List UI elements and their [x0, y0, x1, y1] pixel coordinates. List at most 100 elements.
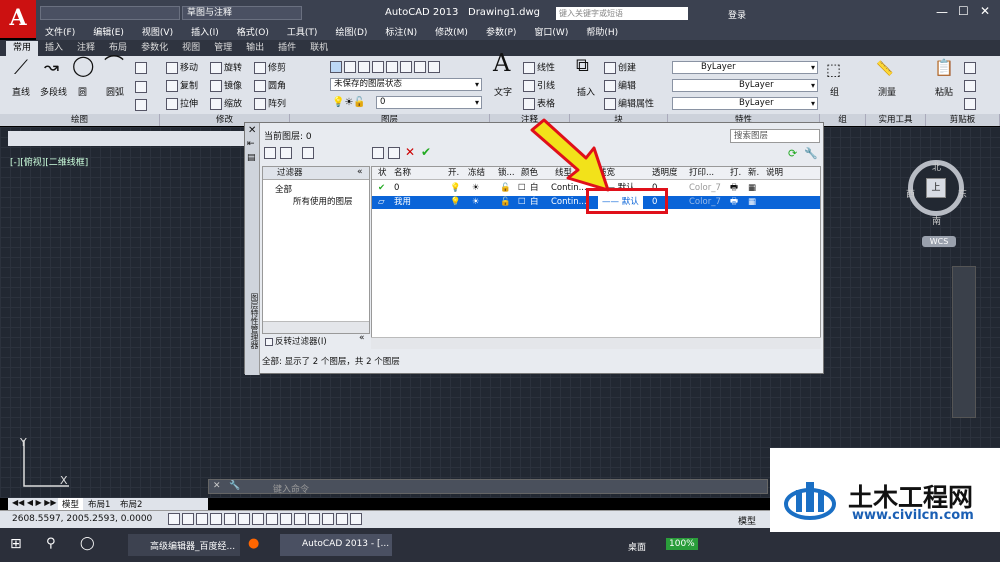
col-transparency[interactable]: 透明度	[652, 167, 678, 180]
draw-arc-label[interactable]: 圆弧	[106, 88, 124, 99]
tab-view[interactable]: 视图	[175, 41, 207, 56]
insert-block-icon[interactable]: ⧉	[576, 57, 589, 75]
layer-color-swatch[interactable]: ☐	[518, 196, 526, 209]
group-filter-icon[interactable]	[280, 147, 294, 159]
tree-item-used[interactable]: 所有使用的图层	[293, 195, 369, 207]
plot-icon[interactable]: 🖶	[730, 196, 738, 209]
delete-layer-icon[interactable]: ✕	[405, 145, 415, 159]
layer-tools-row[interactable]	[330, 61, 442, 74]
collapse-filter-icon[interactable]: «	[357, 167, 363, 177]
col-status[interactable]: 状	[378, 167, 387, 180]
group-label[interactable]: 组	[830, 88, 839, 99]
draw-polyline-label[interactable]: 多段线	[40, 88, 67, 99]
menu-edit[interactable]: 编辑(E)	[84, 26, 133, 40]
color-select[interactable]: ByLayer	[672, 61, 818, 74]
paste-label[interactable]: 粘贴	[935, 88, 953, 99]
palette-close-icon[interactable]: ✕	[248, 125, 256, 136]
hatch-icon[interactable]	[135, 81, 149, 94]
minimize-icon[interactable]: —	[936, 5, 948, 19]
floating-toolbar[interactable]	[8, 131, 248, 146]
collapse-list-icon[interactable]: «	[359, 333, 365, 343]
tab-layout1[interactable]: 布局1	[88, 498, 110, 510]
trim-button[interactable]: 修剪	[254, 62, 286, 75]
new-filter-icon[interactable]	[264, 147, 278, 159]
tab-plugins[interactable]: 插件	[271, 41, 303, 56]
menu-parameter[interactable]: 参数(P)	[477, 26, 525, 40]
refresh-icon[interactable]: ⟳	[788, 147, 797, 160]
col-description[interactable]: 说明	[766, 167, 783, 180]
taskbar-item-autocad[interactable]: AutoCAD 2013 - [...	[280, 534, 392, 556]
layer-state-select[interactable]: 未保存的图层状态	[330, 78, 482, 91]
tab-insert[interactable]: 插入	[38, 41, 70, 56]
col-lock[interactable]: 锁...	[498, 167, 515, 180]
polyline-icon[interactable]: ↝	[44, 59, 59, 77]
rectangle-icon[interactable]	[135, 62, 149, 75]
tab-parametric[interactable]: 参数化	[134, 41, 175, 56]
draw-circle-label[interactable]: 圆	[78, 88, 87, 99]
menu-format[interactable]: 格式(O)	[228, 26, 278, 40]
text-label[interactable]: 文字	[494, 88, 512, 99]
match-prop-icon[interactable]	[964, 98, 978, 111]
layer-state-icon[interactable]	[302, 147, 316, 159]
layer-unlock-icon[interactable]: 🔓	[500, 182, 511, 195]
menu-dimension[interactable]: 标注(N)	[376, 26, 426, 40]
vp-freeze-icon[interactable]: ▦	[748, 196, 756, 209]
new-layer-icon[interactable]	[372, 147, 386, 159]
login-link[interactable]: 登录	[728, 8, 746, 21]
vp-freeze-icon[interactable]: ▦	[748, 182, 756, 195]
draw-line-label[interactable]: 直线	[12, 88, 30, 99]
cmd-close-icon[interactable]: ✕	[213, 481, 221, 491]
layer-name[interactable]: 我用	[394, 196, 411, 209]
menu-tools[interactable]: 工具(T)	[278, 26, 327, 40]
navigation-bar[interactable]	[952, 266, 976, 418]
menu-help[interactable]: 帮助(H)	[577, 26, 627, 40]
col-freeze[interactable]: 冻结	[468, 167, 485, 180]
arc-icon[interactable]: ⌒	[104, 55, 124, 75]
menu-view[interactable]: 视图(V)	[133, 26, 182, 40]
layer-thaw-icon[interactable]: ☀	[472, 182, 480, 195]
col-plot-style[interactable]: 打印...	[689, 167, 714, 180]
taskbar-item-browser[interactable]: 高级编辑器_百度经...	[128, 534, 240, 556]
tab-online[interactable]: 联机	[303, 41, 335, 56]
coordinates[interactable]: 2608.5597, 2005.2593, 0.0000	[12, 514, 152, 524]
line-icon[interactable]: ⟋	[14, 57, 28, 77]
maximize-icon[interactable]: ☐	[958, 4, 969, 18]
menu-draw[interactable]: 绘图(D)	[326, 26, 376, 40]
group-icon[interactable]: ⬚	[826, 62, 841, 78]
col-on[interactable]: 开.	[448, 167, 459, 180]
col-name[interactable]: 名称	[394, 167, 411, 180]
quick-access-toolbar[interactable]	[40, 6, 180, 20]
edit-block-button[interactable]: 编辑	[604, 80, 636, 93]
panel-clipboard-title[interactable]: 剪贴板	[926, 114, 1000, 126]
layer-unlock-icon[interactable]: 🔓	[500, 196, 511, 209]
tab-home[interactable]: 常用	[6, 41, 39, 56]
copy-clip-icon[interactable]	[964, 80, 978, 93]
col-plot[interactable]: 打.	[730, 167, 741, 180]
palette-side-bar[interactable]: ✕ ⇤ ▤ 图层特性管理器	[245, 123, 260, 375]
paste-icon[interactable]: 📋	[934, 60, 954, 76]
current-layer-select[interactable]: 0	[376, 96, 482, 109]
command-line[interactable]: ✕ 🔧 键入命令	[208, 479, 768, 495]
palette-properties-icon[interactable]: ▤	[247, 153, 256, 163]
wcs-menu[interactable]: WCS	[922, 236, 956, 247]
command-input[interactable]: 键入命令	[273, 482, 309, 495]
stretch-button[interactable]: 拉伸	[166, 98, 198, 111]
lineweight-select[interactable]: ByLayer	[672, 97, 818, 110]
task-view-icon[interactable]: ◯	[80, 536, 95, 551]
tab-nav-icons[interactable]: ◀◀ ◀ ▶ ▶▶	[12, 498, 57, 507]
measure-icon[interactable]: 📏	[876, 62, 893, 76]
search-input[interactable]: 键入关键字或短语	[556, 7, 688, 20]
settings-icon[interactable]: 🔧	[804, 147, 818, 160]
layer-thaw-icon[interactable]: ☀	[472, 196, 480, 209]
layer-on-icon[interactable]: 💡	[450, 182, 461, 195]
viewport-label[interactable]: [-][俯视][二维线框]	[10, 155, 88, 168]
plot-icon[interactable]: 🖶	[730, 182, 738, 195]
mirror-button[interactable]: 镜像	[210, 80, 242, 93]
layer-on-icon[interactable]: 💡	[450, 196, 461, 209]
palette-autohide-icon[interactable]: ⇤	[247, 139, 255, 149]
workspace-select[interactable]: 草图与注释	[182, 6, 302, 20]
model-space-button[interactable]: 模型	[738, 514, 756, 527]
create-block-button[interactable]: 创建	[604, 62, 636, 75]
cmd-settings-icon[interactable]: 🔧	[229, 481, 240, 491]
firefox-icon[interactable]: ●	[248, 536, 259, 551]
